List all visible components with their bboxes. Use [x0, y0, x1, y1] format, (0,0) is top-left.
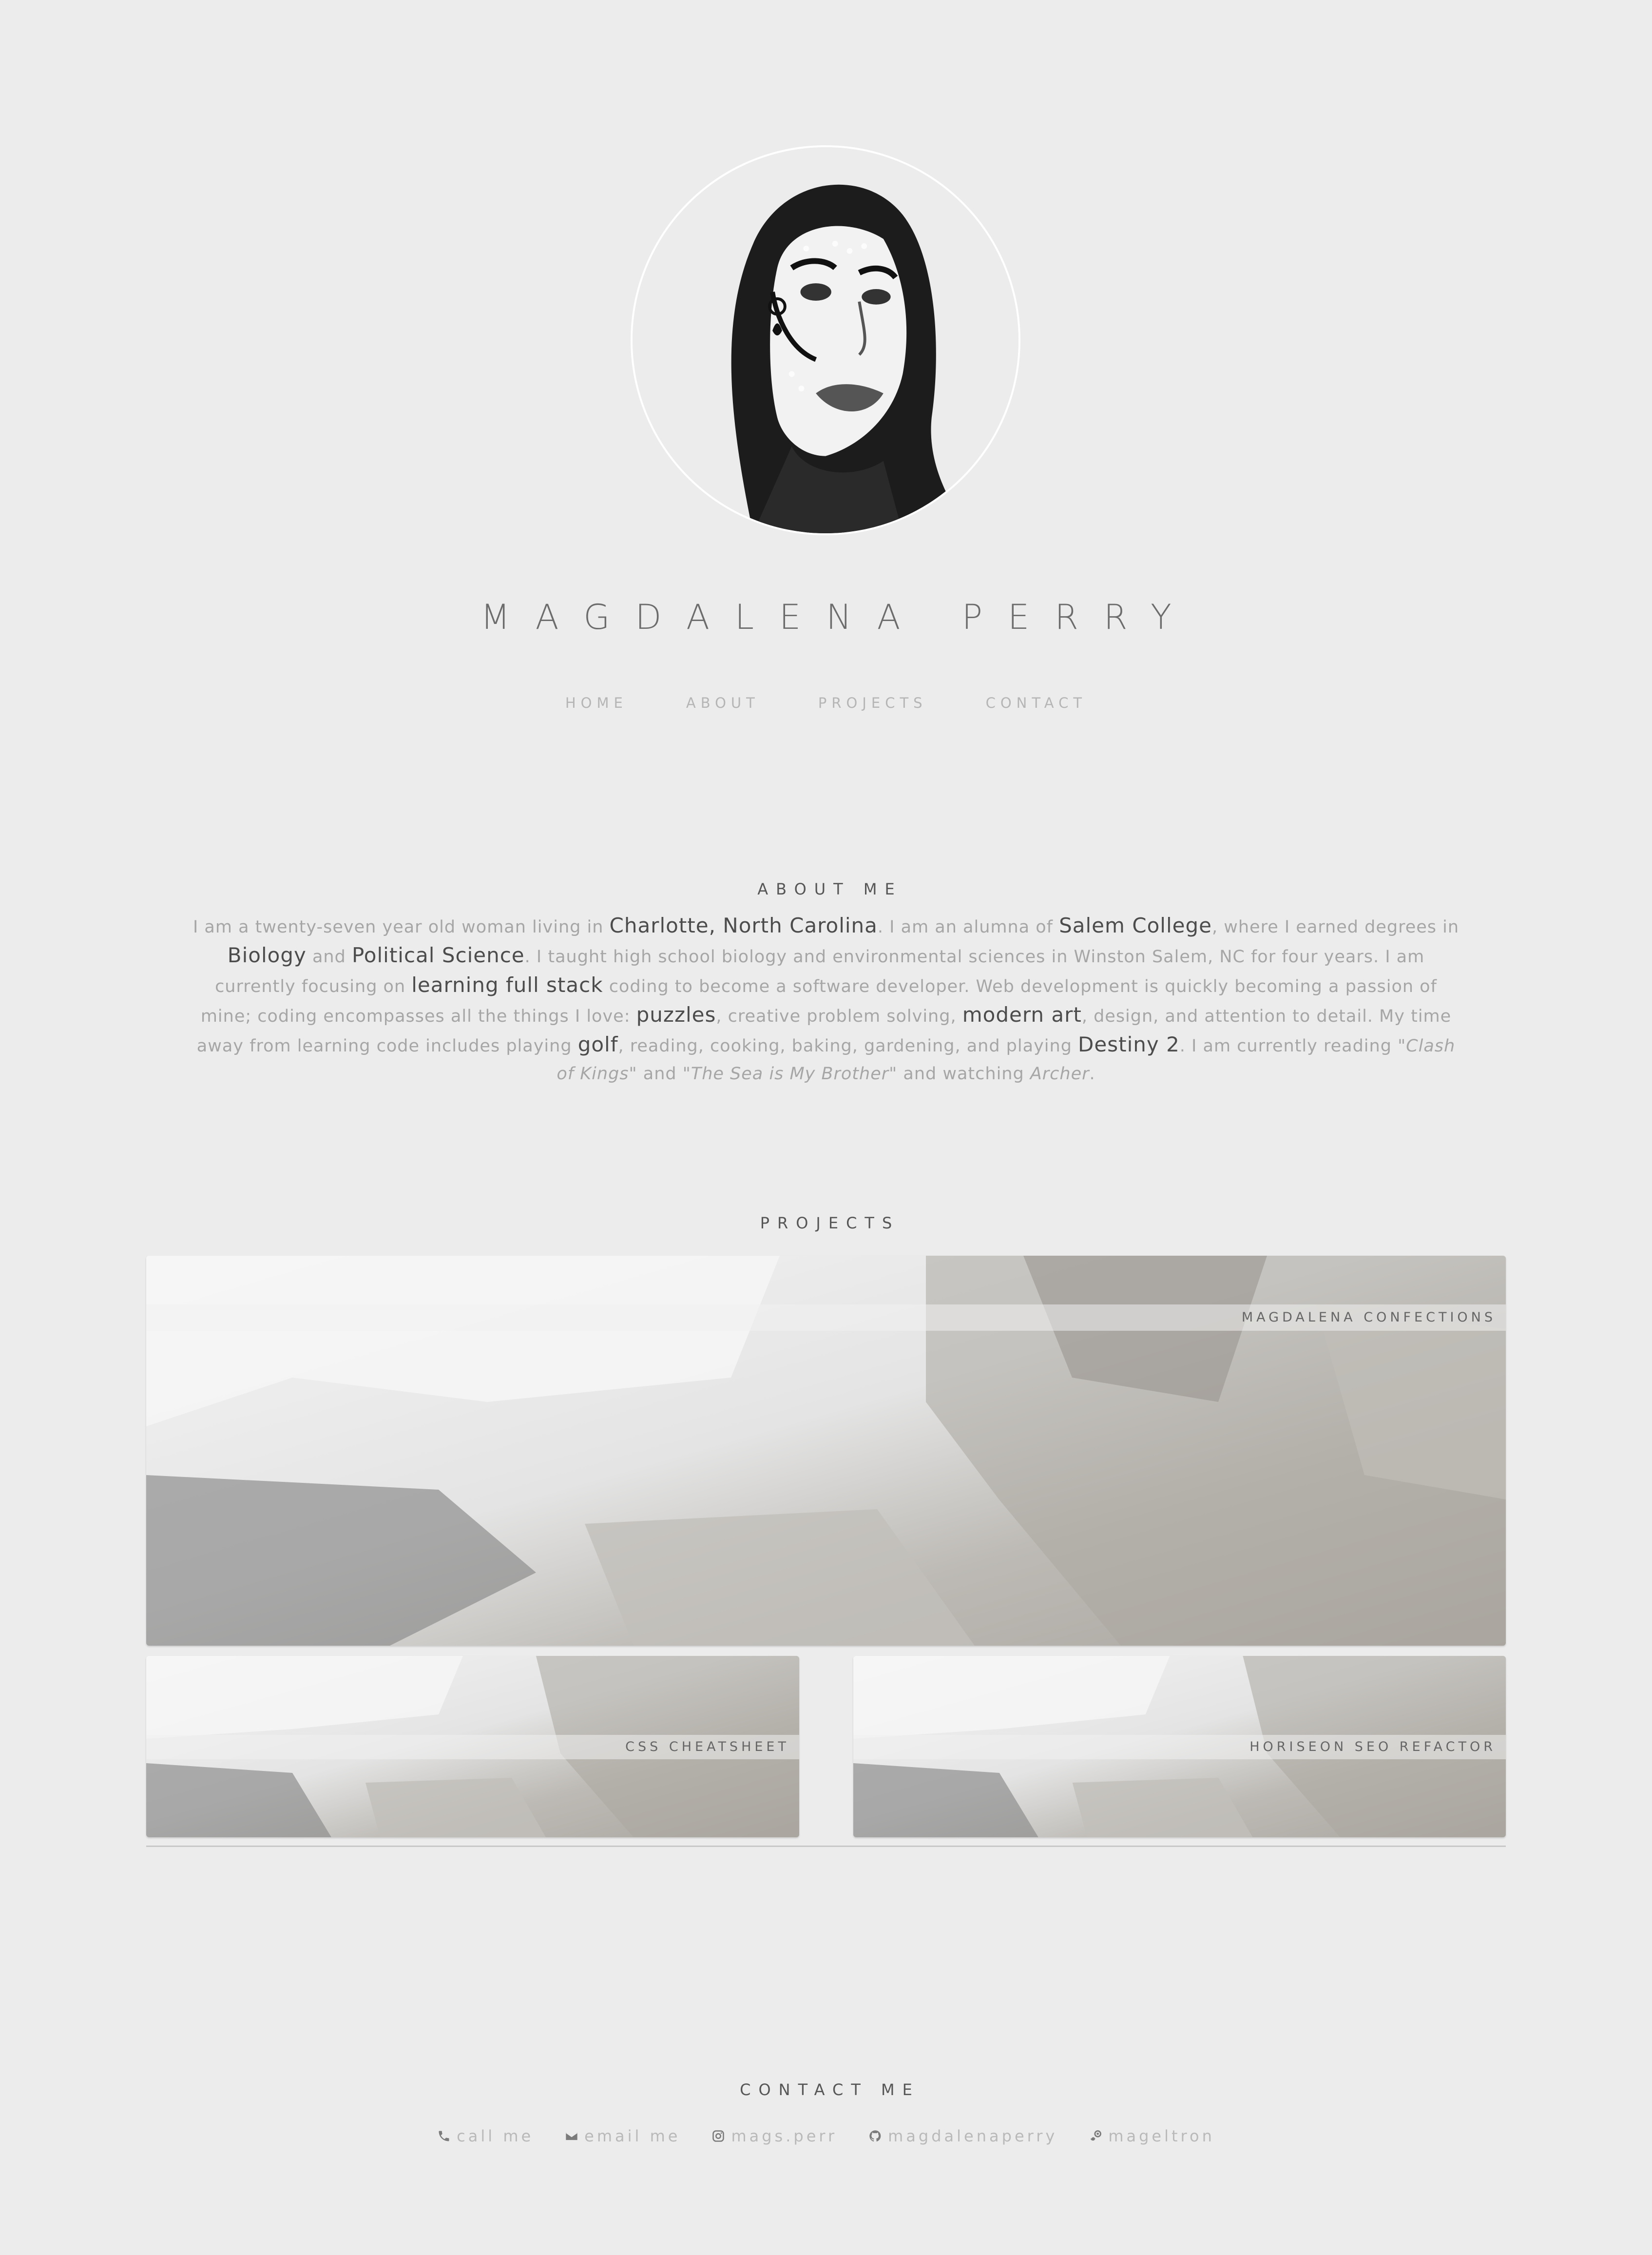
about-highlight: golf [577, 1032, 618, 1056]
project-title: CSS CHEATSHEET [146, 1735, 799, 1759]
book-title: "The Sea is My Brother" [682, 1064, 898, 1084]
about-text-segment: . I am currently reading [1179, 1036, 1398, 1056]
nav-projects[interactable]: PROJECTS [818, 695, 927, 711]
profile-avatar [631, 145, 1020, 535]
about-highlight: Salem College [1059, 914, 1212, 937]
portrait-image [633, 147, 1018, 533]
contact-label: mageltron [1108, 2127, 1215, 2145]
phone-icon [439, 2131, 449, 2141]
section-divider [146, 1846, 1506, 1847]
about-highlight: Political Science [351, 943, 525, 967]
about-paragraph: I am a twenty-seven year old woman livin… [190, 912, 1462, 1088]
about-text-segment: . I am an alumna of [877, 917, 1059, 937]
about-highlight: learning full stack [411, 973, 603, 997]
nav-about[interactable]: ABOUT [686, 695, 760, 711]
about-highlight: Destiny 2 [1078, 1032, 1180, 1056]
envelope-icon [566, 2132, 578, 2140]
projects-heading: PROJECTS [760, 1214, 900, 1232]
about-highlight: Biology [227, 943, 307, 967]
github-icon [869, 2130, 881, 2142]
nav-home[interactable]: HOME [565, 695, 628, 711]
contact-email-link[interactable]: email me [565, 2127, 680, 2145]
show-title: Archer [1030, 1064, 1090, 1084]
contact-label: call me [457, 2127, 534, 2145]
about-text-segment: , reading, cooking, baking, gardening, a… [618, 1036, 1078, 1056]
about-text-segment: I am a twenty-seven year old woman livin… [192, 917, 610, 937]
about-heading: ABOUT ME [757, 880, 903, 898]
contact-heading: CONTACT ME [740, 2080, 920, 2099]
nav-contact[interactable]: CONTACT [986, 695, 1087, 711]
about-text-segment: and watching [897, 1064, 1030, 1084]
about-text-segment: , creative problem solving, [716, 1007, 962, 1026]
contact-instagram-link[interactable]: mags.perr [711, 2127, 837, 2145]
contact-github-link[interactable]: magdalenaperry [868, 2127, 1057, 2145]
about-text-segment: , where I earned degrees in [1211, 917, 1460, 937]
project-card-magdalena-confections[interactable]: MAGDALENA CONFECTIONS [146, 1256, 1506, 1646]
about-text-segment: and [306, 947, 352, 967]
steam-icon [1090, 2130, 1102, 2141]
project-title: MAGDALENA CONFECTIONS [146, 1304, 1506, 1331]
main-nav: HOME ABOUT PROJECTS CONTACT [0, 695, 1652, 711]
project-card-css-cheatsheet[interactable]: CSS CHEATSHEET [146, 1656, 799, 1837]
project-card-horiseon-seo-refactor[interactable]: HORISEON SEO REFACTOR [853, 1656, 1506, 1837]
contact-steam-link[interactable]: mageltron [1089, 2127, 1215, 2145]
contact-phone-link[interactable]: call me [437, 2127, 534, 2145]
contact-links: call me email me mags.perr magdalenaperr… [0, 2127, 1652, 2145]
about-text-segment: . [1089, 1064, 1095, 1084]
about-highlight: Charlotte, North Carolina [609, 914, 878, 937]
contact-label: email me [584, 2127, 681, 2145]
contact-label: magdalenaperry [888, 2127, 1058, 2145]
about-highlight: modern art [962, 1003, 1082, 1027]
site-title: MAGDALENA PERRY [480, 597, 1197, 637]
about-highlight: puzzles [636, 1003, 716, 1027]
project-title: HORISEON SEO REFACTOR [853, 1735, 1506, 1759]
contact-label: mags.perr [731, 2127, 838, 2145]
about-text-segment: and [637, 1064, 683, 1084]
instagram-icon [712, 2130, 725, 2142]
